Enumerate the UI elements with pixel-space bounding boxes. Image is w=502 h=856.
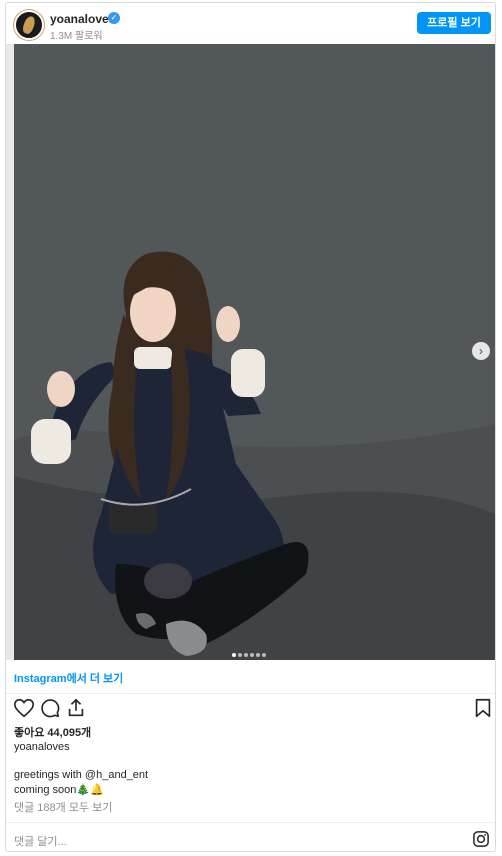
caption-username[interactable]: yoanaloves bbox=[14, 741, 70, 753]
caption-line: greetings with @h_and_ent bbox=[14, 769, 149, 781]
follower-count: 1.3M 팔로워 bbox=[50, 31, 103, 42]
instagram-embed-card: yoanaloves ✓ 1.3M 팔로워 프로필 보기 › Instagram… bbox=[5, 2, 496, 852]
view-all-comments-link[interactable]: 댓글 188개 모두 보기 bbox=[14, 799, 112, 815]
caption-line: coming soon🎄🔔 bbox=[14, 784, 104, 796]
view-profile-button[interactable]: 프로필 보기 bbox=[417, 12, 491, 34]
post-header: yoanaloves ✓ 1.3M 팔로워 프로필 보기 bbox=[6, 3, 495, 44]
view-more-on-instagram[interactable]: Instagram에서 더 보기 bbox=[6, 660, 495, 694]
comment-bar: 댓글 달기... bbox=[6, 822, 495, 854]
like-count[interactable]: 좋아요 44,095개 bbox=[14, 724, 91, 740]
avatar[interactable] bbox=[14, 10, 44, 40]
bookmark-icon[interactable] bbox=[472, 697, 494, 719]
instagram-icon[interactable] bbox=[472, 830, 490, 848]
post-photo[interactable]: › bbox=[6, 44, 495, 660]
share-icon[interactable] bbox=[65, 697, 87, 719]
chevron-right-icon: › bbox=[479, 344, 483, 358]
photo-illustration bbox=[6, 44, 495, 660]
carousel-dot bbox=[232, 653, 236, 657]
next-photo-button[interactable]: › bbox=[472, 342, 490, 360]
carousel-indicator bbox=[232, 644, 268, 657]
carousel-dot bbox=[250, 653, 254, 657]
verified-badge-icon: ✓ bbox=[108, 12, 120, 24]
heart-icon[interactable] bbox=[13, 697, 35, 719]
carousel-dot bbox=[238, 653, 242, 657]
carousel-dot bbox=[262, 653, 266, 657]
action-bar bbox=[6, 697, 495, 719]
username[interactable]: yoanaloves bbox=[50, 12, 115, 26]
carousel-dot bbox=[244, 653, 248, 657]
view-more-link[interactable]: Instagram에서 더 보기 bbox=[14, 670, 123, 686]
carousel-dot bbox=[256, 653, 260, 657]
comment-icon[interactable] bbox=[39, 697, 61, 719]
add-comment-input[interactable]: 댓글 달기... bbox=[14, 833, 67, 849]
